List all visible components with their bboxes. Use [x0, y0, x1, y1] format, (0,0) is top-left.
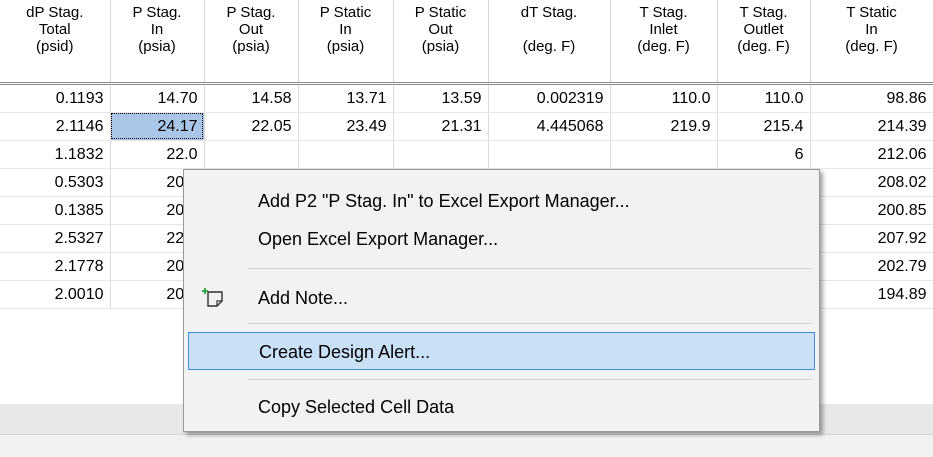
table-cell[interactable]: 24.17: [110, 112, 205, 141]
column-header[interactable]: T Stag. Outlet (deg. F): [717, 0, 811, 85]
menu-separator: [248, 379, 811, 380]
horizontal-scrollbar[interactable]: [0, 434, 933, 457]
table-cell[interactable]: 14.70: [110, 83, 205, 113]
table-cell[interactable]: 2.5327: [0, 224, 111, 253]
table-cell[interactable]: 98.86: [810, 83, 933, 113]
table-cell[interactable]: 212.06: [810, 140, 933, 169]
table-cell[interactable]: 219.9: [610, 112, 718, 141]
table-cell[interactable]: 2.0010: [0, 280, 111, 309]
table-cell[interactable]: 13.71: [298, 83, 394, 113]
menu-item-label: Copy Selected Cell Data: [258, 397, 455, 417]
table-cell[interactable]: 22.0: [110, 140, 205, 169]
column-header[interactable]: dP Stag. Total (psid): [0, 0, 111, 85]
table-cell[interactable]: [298, 140, 394, 169]
menu-separator: [248, 268, 811, 269]
table-cell[interactable]: [610, 140, 718, 169]
table-cell[interactable]: 1.1832: [0, 140, 111, 169]
table-row[interactable]: 2.1146 24.17 22.05 23.49 21.31 4.445068 219.9 2…: [0, 112, 933, 141]
column-header[interactable]: dT Stag. (deg. F): [488, 0, 611, 85]
table-cell[interactable]: 0.002319: [488, 83, 611, 113]
context-menu: Add P2 "P Stag. In" to Excel Export Mana…: [183, 169, 820, 432]
table-cell[interactable]: 6: [717, 140, 811, 169]
table-cell[interactable]: 23.49: [298, 112, 394, 141]
table-cell[interactable]: 22.05: [204, 112, 299, 141]
menu-item-add-note[interactable]: Add Note...: [188, 279, 815, 317]
menu-item-add-to-excel-export[interactable]: Add P2 "P Stag. In" to Excel Export Mana…: [188, 182, 815, 220]
menu-item-label: Open Excel Export Manager...: [258, 229, 499, 249]
menu-item-label: Add Note...: [258, 288, 349, 308]
table-cell[interactable]: 2.1146: [0, 112, 111, 141]
table-cell[interactable]: 21.31: [393, 112, 489, 141]
table-cell[interactable]: [393, 140, 489, 169]
table-cell[interactable]: 4.445068: [488, 112, 611, 141]
menu-separator: [248, 323, 811, 324]
menu-item-open-excel-export-manager[interactable]: Open Excel Export Manager...: [188, 220, 815, 258]
table-cell[interactable]: 13.59: [393, 83, 489, 113]
table-cell[interactable]: 0.1193: [0, 83, 111, 113]
table-cell[interactable]: 14.58: [204, 83, 299, 113]
table-cell[interactable]: 214.39: [810, 112, 933, 141]
column-header[interactable]: T Static In (deg. F): [810, 0, 933, 85]
column-header[interactable]: P Static Out (psia): [393, 0, 489, 85]
table-row[interactable]: 1.1832 22.0 6 212.06: [0, 140, 933, 169]
menu-item-copy-selected-cell-data[interactable]: Copy Selected Cell Data: [188, 388, 815, 426]
menu-item-create-design-alert[interactable]: Create Design Alert...: [188, 332, 815, 370]
menu-item-label: Add P2 "P Stag. In" to Excel Export Mana…: [258, 191, 630, 211]
table-cell[interactable]: 200.85: [810, 196, 933, 225]
table-cell[interactable]: 194.89: [810, 280, 933, 309]
table-cell[interactable]: 207.92: [810, 224, 933, 253]
table-row[interactable]: 0.1193 14.70 14.58 13.71 13.59 0.002319 110.0 1…: [0, 83, 933, 113]
table-cell[interactable]: [204, 140, 299, 169]
header-row: dP Stag. Total (psid) P Stag. In (psia) …: [0, 0, 933, 85]
menu-item-label: Create Design Alert...: [259, 342, 431, 362]
table-cell[interactable]: 0.5303: [0, 168, 111, 197]
add-note-icon: [202, 288, 223, 307]
table-cell[interactable]: 2.1778: [0, 252, 111, 281]
column-header[interactable]: T Stag. Inlet (deg. F): [610, 0, 718, 85]
table-cell[interactable]: 0.1385: [0, 196, 111, 225]
table-cell[interactable]: 110.0: [610, 83, 718, 113]
column-header[interactable]: P Stag. In (psia): [110, 0, 205, 85]
table-cell[interactable]: 215.4: [717, 112, 811, 141]
table-cell[interactable]: 110.0: [717, 83, 811, 113]
column-header[interactable]: P Static In (psia): [298, 0, 394, 85]
table-cell[interactable]: [488, 140, 611, 169]
column-header[interactable]: P Stag. Out (psia): [204, 0, 299, 85]
table-cell[interactable]: 208.02: [810, 168, 933, 197]
table-cell[interactable]: 202.79: [810, 252, 933, 281]
